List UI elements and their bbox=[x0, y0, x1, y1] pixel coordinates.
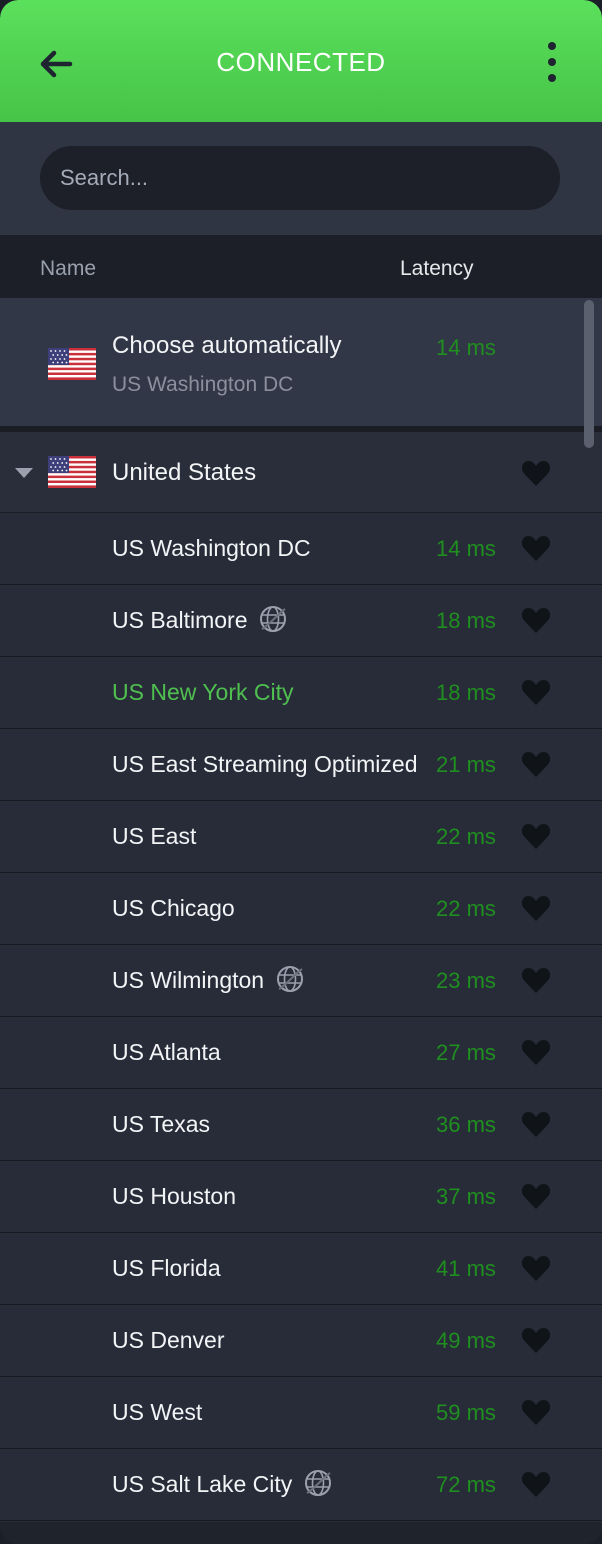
heart-icon[interactable] bbox=[521, 1470, 551, 1498]
server-name: US New York City bbox=[112, 679, 294, 706]
server-latency: 18 ms bbox=[436, 680, 496, 705]
server-name-text: US Baltimore bbox=[112, 607, 248, 633]
server-name: US East bbox=[112, 823, 196, 850]
server-name: US West bbox=[112, 1399, 202, 1426]
server-latency: 41 ms bbox=[436, 1256, 496, 1281]
server-row[interactable]: US Atlanta 27 ms bbox=[0, 1017, 602, 1089]
server-row[interactable]: US East Streaming Optimized 21 ms bbox=[0, 729, 602, 801]
expand-caret-icon[interactable] bbox=[15, 468, 33, 478]
name-column-header[interactable]: Name bbox=[40, 257, 96, 281]
server-name: US Wilmington bbox=[112, 965, 306, 995]
header-bar: CONNECTED bbox=[0, 0, 602, 122]
heart-icon[interactable] bbox=[521, 1182, 551, 1210]
server-name-text: US Florida bbox=[112, 1255, 221, 1281]
server-latency: 27 ms bbox=[436, 1040, 496, 1065]
server-row[interactable]: US Houston 37 ms bbox=[0, 1161, 602, 1233]
heart-icon[interactable] bbox=[521, 678, 551, 706]
server-latency: 59 ms bbox=[436, 1400, 496, 1425]
globe-icon bbox=[260, 605, 287, 632]
server-latency: 37 ms bbox=[436, 1184, 496, 1209]
heart-icon[interactable] bbox=[521, 966, 551, 994]
server-name-text: US New York City bbox=[112, 679, 294, 705]
server-latency: 18 ms bbox=[436, 608, 496, 633]
heart-icon[interactable] bbox=[521, 822, 551, 850]
server-name: US Houston bbox=[112, 1183, 236, 1210]
auto-latency: 14 ms bbox=[436, 335, 496, 360]
globe-icon bbox=[277, 965, 304, 992]
auto-subtitle: US Washington DC bbox=[112, 373, 294, 396]
server-name-text: US Houston bbox=[112, 1183, 237, 1209]
server-row[interactable]: US Florida 41 ms bbox=[0, 1233, 602, 1305]
server-name: US Atlanta bbox=[112, 1039, 221, 1066]
heart-icon[interactable] bbox=[521, 534, 551, 562]
server-latency: 23 ms bbox=[436, 968, 496, 993]
scrollbar-thumb[interactable] bbox=[584, 300, 594, 448]
server-name: US Denver bbox=[112, 1327, 224, 1354]
country-row-united-states[interactable]: United States bbox=[0, 432, 602, 513]
column-header: Name Latency bbox=[0, 235, 602, 298]
heart-icon[interactable] bbox=[521, 1398, 551, 1426]
bottom-edge bbox=[0, 1522, 602, 1544]
server-list: Choose automatically US Washington DC 14… bbox=[0, 298, 602, 1544]
heart-icon[interactable] bbox=[521, 1110, 551, 1138]
heart-icon[interactable] bbox=[521, 1326, 551, 1354]
heart-icon[interactable] bbox=[521, 894, 551, 922]
server-name: US Florida bbox=[112, 1255, 221, 1282]
search-input[interactable] bbox=[40, 146, 560, 210]
server-name: US Washington DC bbox=[112, 535, 311, 562]
heart-icon[interactable] bbox=[521, 750, 551, 778]
us-flag-icon bbox=[48, 456, 96, 488]
server-latency: 22 ms bbox=[436, 896, 496, 921]
server-latency: 49 ms bbox=[436, 1328, 496, 1353]
search-area bbox=[0, 122, 602, 235]
server-name: US East Streaming Optimized bbox=[112, 751, 418, 778]
server-name: US Texas bbox=[112, 1111, 210, 1138]
server-row[interactable]: US Wilmington 23 ms bbox=[0, 945, 602, 1017]
server-row[interactable]: US East 22 ms bbox=[0, 801, 602, 873]
server-latency: 14 ms bbox=[436, 536, 496, 561]
server-row[interactable]: US Washington DC 14 ms bbox=[0, 513, 602, 585]
server-name-text: US Texas bbox=[112, 1111, 211, 1137]
server-name-text: US Chicago bbox=[112, 895, 235, 921]
auto-title: Choose automatically bbox=[112, 332, 342, 359]
connection-status-title: CONNECTED bbox=[216, 47, 386, 77]
heart-icon[interactable] bbox=[521, 1038, 551, 1066]
server-name: US Baltimore bbox=[112, 605, 289, 635]
server-name-text: US Salt Lake City bbox=[112, 1471, 293, 1497]
us-flag-icon bbox=[48, 348, 96, 380]
server-latency: 36 ms bbox=[436, 1112, 496, 1137]
server-row[interactable]: US Texas 36 ms bbox=[0, 1089, 602, 1161]
server-row[interactable]: US Chicago 22 ms bbox=[0, 873, 602, 945]
server-latency: 72 ms bbox=[436, 1472, 496, 1497]
more-vertical-icon[interactable] bbox=[536, 38, 568, 88]
heart-icon[interactable] bbox=[521, 606, 551, 634]
server-name-text: US Atlanta bbox=[112, 1039, 221, 1065]
server-latency: 21 ms bbox=[436, 752, 496, 777]
server-row[interactable]: US Salt Lake City 72 ms bbox=[0, 1449, 602, 1521]
server-name-text: US West bbox=[112, 1399, 203, 1425]
server-name-text: US East Streaming Optimized bbox=[112, 751, 418, 777]
heart-icon[interactable] bbox=[521, 459, 551, 487]
choose-automatically-row[interactable]: Choose automatically US Washington DC 14… bbox=[0, 298, 602, 426]
vpn-app: CONNECTED Name Latency bbox=[0, 0, 602, 1544]
server-row[interactable]: US Denver 49 ms bbox=[0, 1305, 602, 1377]
server-name: US Chicago bbox=[112, 895, 235, 922]
country-name: United States bbox=[112, 459, 257, 486]
server-row[interactable]: US New York City 18 ms bbox=[0, 657, 602, 729]
globe-icon bbox=[305, 1469, 332, 1496]
server-name: US Salt Lake City bbox=[112, 1469, 334, 1499]
heart-icon[interactable] bbox=[521, 1254, 551, 1282]
server-row[interactable]: US West 59 ms bbox=[0, 1377, 602, 1449]
server-name-text: US Washington DC bbox=[112, 535, 311, 561]
server-name-text: US East bbox=[112, 823, 197, 849]
latency-column-header[interactable]: Latency bbox=[400, 257, 474, 281]
server-name-text: US Wilmington bbox=[112, 967, 265, 993]
server-row[interactable]: US Baltimore 18 ms bbox=[0, 585, 602, 657]
server-latency: 22 ms bbox=[436, 824, 496, 849]
server-name-text: US Denver bbox=[112, 1327, 225, 1353]
